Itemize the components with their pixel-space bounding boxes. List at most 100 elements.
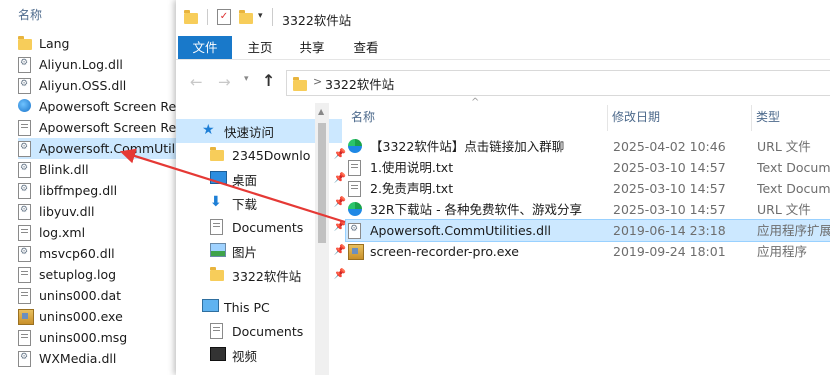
navigation-pane: ★ 快速访问 2345Downlo 📌 桌面 📌 ⬇ 下载 📌 Documents 📌 图片 📌 3322… — [176, 103, 346, 375]
dll-file-icon — [348, 222, 364, 239]
background-list-item[interactable]: Blink.dll — [18, 159, 89, 180]
dll-file-icon — [18, 350, 32, 367]
up-arrow-icon[interactable]: ↑ — [262, 71, 275, 90]
folder-icon — [210, 267, 226, 283]
text-file-icon — [18, 224, 32, 241]
address-bar[interactable]: > 3322软件站 — [286, 70, 830, 96]
tab-view[interactable]: 查看 — [348, 37, 384, 59]
back-arrow-icon[interactable]: ← — [190, 73, 203, 91]
dll-file-icon — [18, 77, 32, 94]
background-item-label: Blink.dll — [39, 162, 89, 177]
file-type: Text Docume — [757, 181, 830, 196]
edge-url-icon — [348, 201, 364, 218]
documents-icon — [210, 219, 226, 235]
column-header-date[interactable]: 修改日期 — [612, 103, 660, 131]
scroll-up-icon[interactable]: ▲ — [318, 107, 324, 116]
file-row[interactable]: 【3322软件站】点击链接加入群聊 2025-04-02 10:46 URL 文件 — [346, 136, 830, 157]
file-list: ^ 名称 修改日期 类型 【3322软件站】点击链接加入群聊 2025-04-02… — [331, 97, 830, 375]
file-name: screen-recorder-pro.exe — [370, 244, 519, 259]
background-name-column-header[interactable]: 名称 — [18, 6, 42, 23]
background-list-item[interactable]: Aliyun.OSS.dll — [18, 75, 126, 96]
background-item-label: unins000.msg — [39, 330, 128, 345]
column-separator[interactable] — [751, 105, 752, 131]
file-row[interactable]: screen-recorder-pro.exe 2019-09-24 18:01 应… — [346, 241, 830, 262]
background-list-item[interactable]: Apowersoft Screen Reco — [18, 117, 191, 138]
background-item-label: Apowersoft Screen Reco — [39, 99, 191, 114]
background-list-item[interactable]: unins000.msg — [18, 327, 127, 348]
background-item-label: Apowersoft Screen Reco — [39, 120, 191, 135]
nav-item-label: 视频 — [232, 348, 258, 364]
background-list-item[interactable]: Apowersoft Screen Reco — [18, 96, 191, 117]
file-name: Apowersoft.CommUtilities.dll — [370, 223, 552, 238]
background-list-item[interactable]: unins000.exe — [18, 306, 123, 327]
exe-icon — [18, 308, 34, 325]
documents-icon — [210, 323, 226, 339]
background-list-item[interactable]: setuplog.log — [18, 264, 116, 285]
file-date: 2025-03-10 14:57 — [613, 202, 726, 217]
new-folder-icon[interactable] — [239, 10, 253, 24]
nav-scrollbar[interactable]: ▲ — [315, 103, 329, 375]
file-date: 2019-09-24 18:01 — [613, 244, 726, 259]
file-type: 应用程序扩展 — [757, 223, 830, 238]
dll-file-icon — [18, 203, 32, 220]
file-row[interactable]: 32R下载站 - 各种免费软件、游戏分享 2025-03-10 14:57 URL … — [346, 199, 830, 220]
folder-icon — [184, 10, 198, 24]
dll-file-icon — [18, 245, 32, 262]
file-type: URL 文件 — [757, 202, 811, 217]
file-date: 2025-04-02 10:46 — [613, 139, 726, 154]
text-file-icon — [18, 266, 32, 283]
background-list-item[interactable]: Aliyun.Log.dll — [18, 54, 123, 75]
download-icon: ⬇ — [210, 194, 222, 210]
background-list-item[interactable]: Lang — [18, 33, 69, 54]
quick-access-dropdown-icon[interactable]: ▾ — [258, 11, 263, 21]
file-type: 应用程序 — [757, 244, 808, 259]
address-toolbar: ← → ▾ ↑ > 3322软件站 — [176, 59, 830, 104]
properties-icon[interactable]: ✓ — [217, 9, 231, 25]
background-list-item[interactable]: libffmpeg.dll — [18, 180, 117, 201]
text-file-icon — [348, 180, 364, 197]
nav-item-label: 下载 — [232, 196, 258, 212]
exe-icon — [348, 243, 364, 260]
file-row[interactable]: 1.使用说明.txt 2025-03-10 14:57 Text Docume — [346, 157, 830, 178]
background-item-label: Lang — [39, 36, 70, 51]
tab-share[interactable]: 共享 — [294, 37, 330, 59]
breadcrumb-current[interactable]: 3322软件站 — [325, 74, 394, 93]
divider — [272, 8, 273, 26]
breadcrumb-separator: > — [313, 75, 323, 88]
background-item-label: Aliyun.OSS.dll — [39, 78, 127, 93]
background-list-item[interactable]: Apowersoft.CommUtilities — [18, 138, 202, 159]
nav-item-label: 快速访问 — [224, 124, 275, 140]
tab-home[interactable]: 主页 — [242, 37, 278, 59]
file-name: 1.使用说明.txt — [370, 160, 454, 175]
recent-locations-chevron-icon[interactable]: ▾ — [244, 74, 249, 84]
desktop-icon — [210, 171, 227, 187]
background-list-item[interactable]: msvcp60.dll — [18, 243, 115, 264]
dll-file-icon — [18, 182, 32, 199]
background-item-label: unins000.exe — [39, 309, 123, 324]
background-list-item[interactable]: log.xml — [18, 222, 85, 243]
ribbon-tabs: 文件 主页 共享 查看 — [176, 34, 830, 60]
file-row[interactable]: Apowersoft.CommUtilities.dll 2019-06-14 2… — [345, 219, 830, 242]
nav-item-label: 2345Downlo — [232, 147, 311, 163]
column-header-type[interactable]: 类型 — [756, 103, 780, 131]
scrollbar-thumb[interactable] — [318, 123, 326, 243]
tab-file[interactable]: 文件 — [178, 36, 232, 60]
forward-arrow-icon[interactable]: → — [218, 73, 231, 91]
file-row[interactable]: 2.免责声明.txt 2025-03-10 14:57 Text Docume — [346, 178, 830, 199]
file-date: 2025-03-10 14:57 — [613, 181, 726, 196]
explorer-window: ✓ ▾ 3322软件站 文件 主页 共享 查看 ← → ▾ ↑ > 3322软件… — [176, 0, 830, 375]
column-separator[interactable] — [607, 105, 608, 131]
background-list-item[interactable]: libyuv.dll — [18, 201, 94, 222]
background-item-label: unins000.dat — [39, 288, 122, 303]
file-type: Text Docume — [757, 160, 830, 175]
column-header-name[interactable]: 名称 — [351, 103, 375, 131]
background-list-item[interactable]: unins000.dat — [18, 285, 121, 306]
dll-file-icon — [18, 161, 32, 178]
folder-icon — [18, 35, 32, 52]
background-list-item[interactable]: WXMedia.dll — [18, 348, 116, 369]
text-file-icon — [18, 329, 32, 346]
nav-item-label: 图片 — [232, 244, 258, 260]
dll-file-icon — [18, 56, 32, 73]
background-item-label: WXMedia.dll — [39, 351, 117, 366]
nav-item-label: 3322软件站 — [232, 268, 302, 284]
